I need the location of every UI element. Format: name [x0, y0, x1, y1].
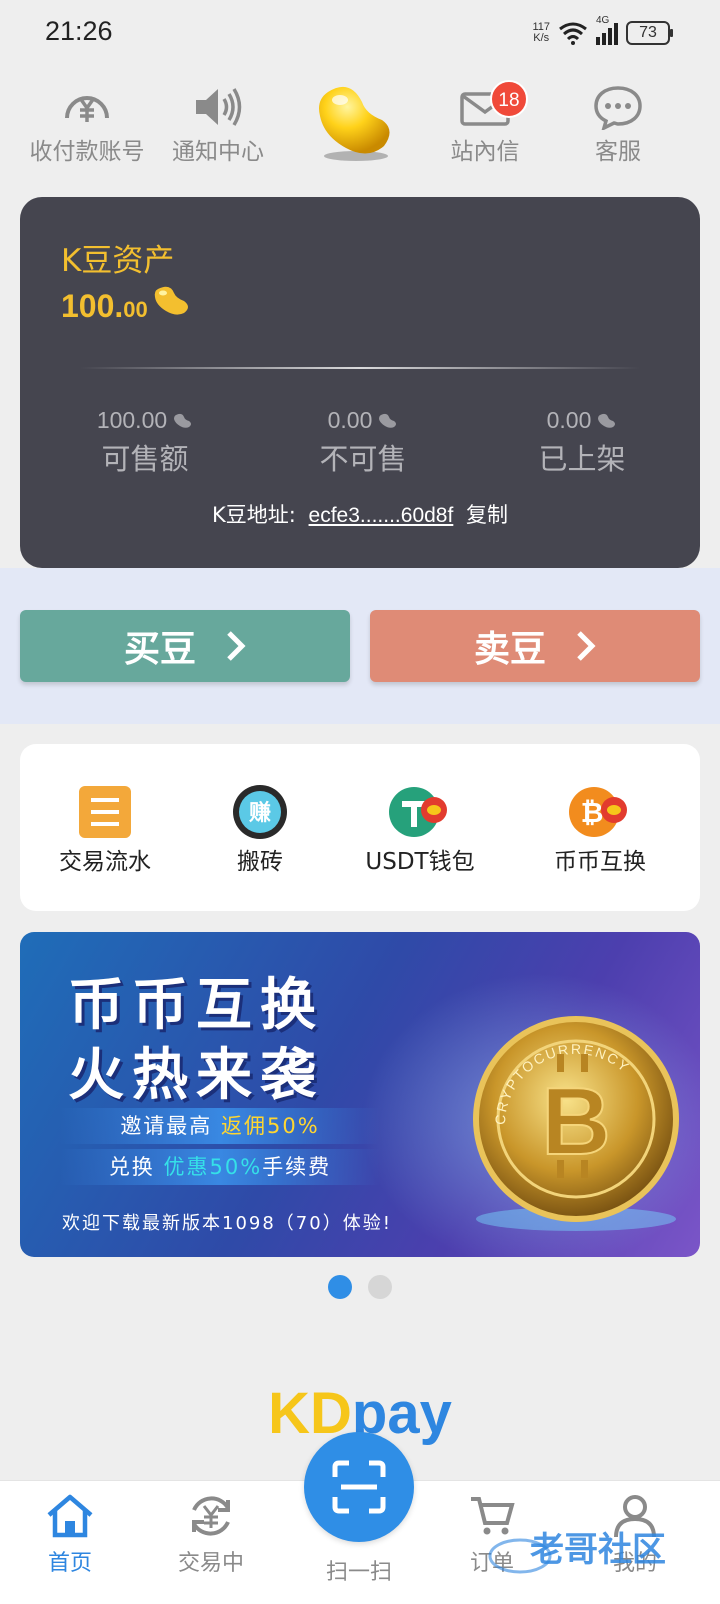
tab-trading[interactable]: 交易中 — [156, 1491, 266, 1577]
golden-bean-logo[interactable] — [310, 78, 400, 168]
grey-bean-icon — [174, 413, 192, 428]
svg-text:赚: 赚 — [249, 800, 271, 826]
nav-payment-accounts[interactable]: 收付款账号 — [22, 84, 152, 166]
yen-circle-icon — [65, 96, 109, 122]
inbox-badge: 18 — [490, 80, 528, 118]
tool-brick-moving[interactable]: 赚 搬砖 — [185, 784, 335, 876]
stat-unsellable: 0.00 不可售 — [319, 407, 407, 476]
sell-bean-button[interactable]: 卖豆 — [370, 610, 700, 682]
banner-promo-fee: 兑换 优惠50%手续费 — [60, 1149, 380, 1185]
tool-usdt-wallet[interactable]: USDT钱包 — [345, 784, 495, 876]
asset-title: K豆资产 — [61, 243, 175, 279]
svg-text:B: B — [541, 1068, 610, 1175]
watermark-text: 老哥社区 — [530, 1530, 666, 1570]
tool-coin-swap[interactable]: ₿ 币币互换 — [525, 784, 675, 876]
buy-bean-button[interactable]: 买豆 — [20, 610, 350, 682]
top-nav: 收付款账号 通知中心 18 站內信 客服 — [0, 78, 720, 178]
chat-bubble-icon — [594, 86, 642, 130]
card-divider — [80, 367, 640, 369]
net-speed: 117 K/s — [532, 21, 550, 44]
tab-home[interactable]: 首页 — [15, 1491, 125, 1577]
bean-address-row: K豆地址: ecfe3.......60d8f 复制 — [212, 503, 508, 527]
ledger-icon — [79, 786, 131, 838]
battery-icon: 73 — [626, 21, 673, 45]
scan-button[interactable] — [304, 1432, 414, 1542]
yen-cycle-icon — [192, 1496, 230, 1536]
banner-footer: 欢迎下载最新版本1098（70）体验! — [62, 1213, 392, 1234]
nav-customer-service[interactable]: 客服 — [553, 84, 683, 166]
tether-icon — [389, 787, 447, 837]
status-bar: 21:26 117 K/s 4G 73 — [0, 0, 720, 66]
quick-tools: 交易流水 赚 搬砖 USDT钱包 ₿ 币币互换 — [20, 744, 700, 911]
stat-sellable: 100.00 可售额 — [70, 407, 220, 478]
banner-headline-2: 火热来袭 — [68, 1043, 324, 1108]
stat-listed: 0.00 已上架 — [538, 407, 626, 476]
bitcoin-coin-image: CRYPTOCURRENCY B — [473, 1016, 679, 1231]
earn-icon: 赚 — [233, 785, 287, 839]
svg-text:₿: ₿ — [581, 796, 604, 829]
grey-bean-icon — [379, 413, 397, 428]
scan-label: 扫一扫 — [325, 1560, 392, 1585]
wifi-icon — [559, 22, 587, 45]
home-icon — [47, 1494, 93, 1538]
copy-address-button[interactable]: 复制 — [466, 503, 508, 527]
status-time: 21:26 — [45, 16, 113, 46]
status-icons: 117 K/s 4G 73 — [532, 15, 673, 48]
asset-card: K豆资产 100. 00 100.00 可售额 0.00 不可售 0.00 已上架… — [20, 197, 700, 568]
promo-banner[interactable]: 币币互换 火热来袭 邀请最高 返佣50% 兑换 优惠50%手续费 欢迎下载最新版… — [20, 932, 700, 1257]
carousel-indicator — [0, 1275, 720, 1299]
banner-promo-invite: 邀请最高 返佣50% — [60, 1108, 380, 1144]
scan-icon — [332, 1460, 386, 1514]
nav-notification-center[interactable]: 通知中心 — [153, 84, 283, 166]
banner-headline-1: 币币互换 — [68, 973, 324, 1038]
asset-amount: 100. 00 — [61, 283, 192, 325]
bitcoin-swap-icon: ₿ — [569, 787, 627, 837]
bean-address-value[interactable]: ecfe3.......60d8f — [309, 504, 454, 527]
chevron-right-icon — [227, 631, 246, 661]
carousel-dot-1[interactable] — [328, 1275, 352, 1299]
cell-signal-icon: 4G — [596, 15, 618, 45]
speaker-icon — [196, 88, 242, 126]
tool-transaction-history[interactable]: 交易流水 — [30, 784, 180, 876]
carousel-dot-2[interactable] — [368, 1275, 392, 1299]
chevron-right-icon — [577, 631, 596, 661]
grey-bean-icon — [598, 413, 616, 428]
nav-inbox[interactable]: 18 站內信 — [420, 80, 550, 166]
buy-sell-band: 买豆 卖豆 — [0, 568, 720, 724]
bean-icon — [154, 286, 188, 315]
